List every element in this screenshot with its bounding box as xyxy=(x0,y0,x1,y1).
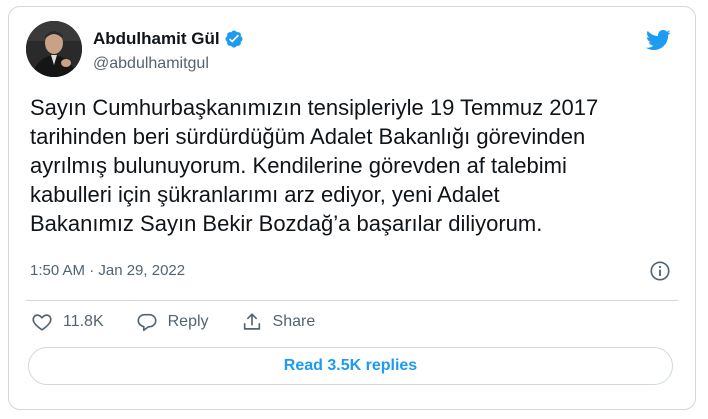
verified-badge-icon xyxy=(224,29,244,49)
divider xyxy=(26,300,678,301)
action-bar: 11.8K Reply Share xyxy=(31,311,347,333)
author-handle[interactable]: @abdulhamitgul xyxy=(93,55,209,73)
reply-icon xyxy=(137,313,157,332)
reply-button[interactable]: Reply xyxy=(136,311,209,333)
reply-label: Reply xyxy=(167,313,209,330)
share-icon xyxy=(243,313,260,330)
tweet-timestamp[interactable]: 1:50 AM · Jan 29, 2022 xyxy=(30,262,185,279)
avatar[interactable] xyxy=(26,21,82,77)
twitter-bird-icon[interactable] xyxy=(643,27,673,53)
heart-icon xyxy=(32,314,52,331)
author-name[interactable]: Abdulhamit Gül xyxy=(93,29,220,49)
like-count: 11.8K xyxy=(63,313,104,330)
share-label: Share xyxy=(272,313,316,330)
info-icon[interactable] xyxy=(649,260,671,282)
read-replies-button[interactable]: Read 3.5K replies xyxy=(28,347,673,385)
like-button[interactable]: 11.8K xyxy=(31,311,104,333)
author-row: Abdulhamit Gül xyxy=(93,29,244,49)
tweet-card: Abdulhamit Gül @abdulhamitgul Sayın Cumh… xyxy=(8,6,696,410)
share-button[interactable]: Share xyxy=(241,311,316,333)
tweet-text: Sayın Cumhurbaşkanımızın tensipleriyle 1… xyxy=(30,95,599,236)
